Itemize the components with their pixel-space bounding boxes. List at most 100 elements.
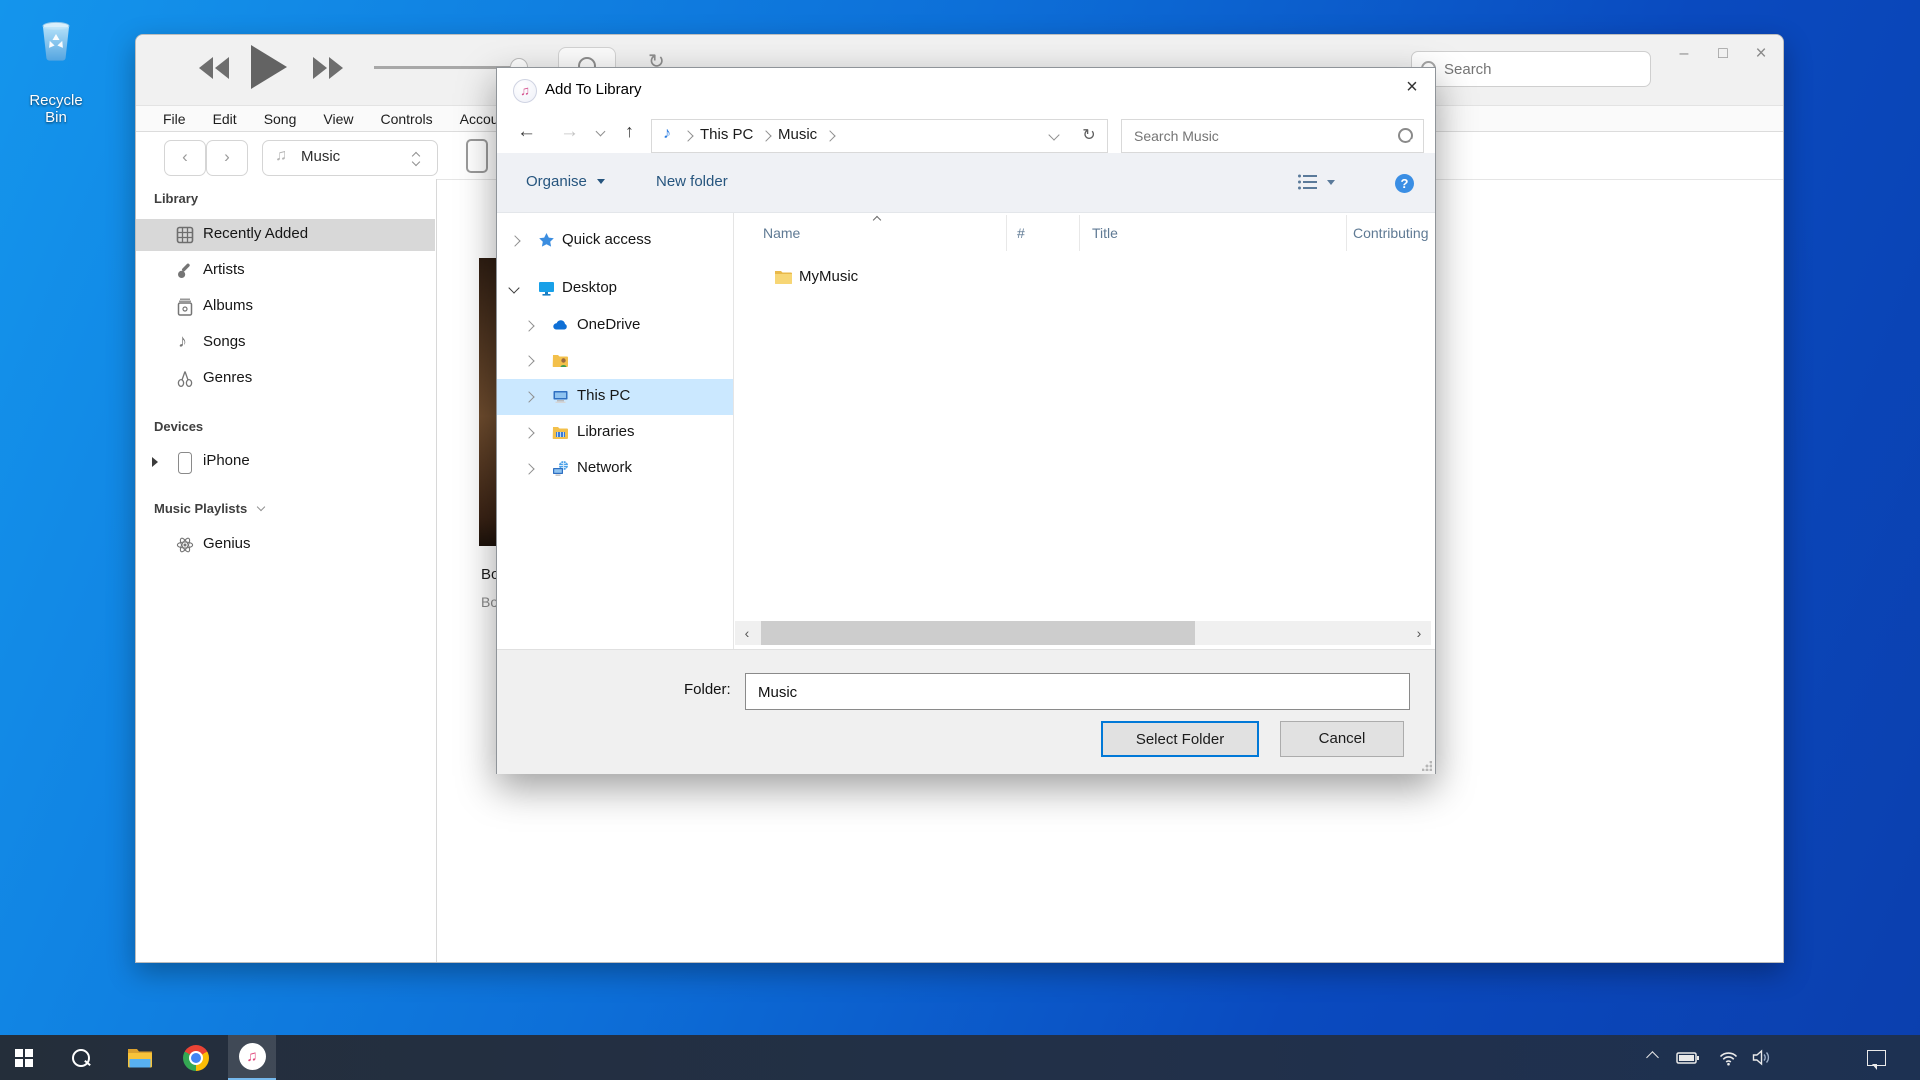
- sidebar-item-genres[interactable]: Genres: [136, 363, 435, 395]
- expander-triangle-icon[interactable]: [152, 457, 158, 467]
- organise-label: Organise: [526, 173, 587, 190]
- dialog-close-button[interactable]: ×: [1392, 76, 1432, 104]
- column-header-number[interactable]: #: [1017, 213, 1025, 253]
- expand-chevron-icon[interactable]: [523, 391, 534, 402]
- expand-chevron-icon[interactable]: [509, 235, 520, 246]
- progress-slider-track[interactable]: [374, 66, 510, 69]
- resize-grip[interactable]: [1422, 761, 1432, 771]
- nav-back-icon[interactable]: ←: [517, 121, 536, 143]
- start-button[interactable]: [0, 1035, 48, 1080]
- scrollbar-thumb[interactable]: [761, 621, 1195, 645]
- nav-up-icon[interactable]: ↑: [625, 121, 634, 142]
- help-button[interactable]: ?: [1395, 174, 1414, 193]
- back-button[interactable]: ‹: [164, 140, 206, 176]
- sidebar-item-artists[interactable]: Artists: [136, 255, 435, 287]
- rewind-button-icon[interactable]: [198, 57, 230, 79]
- nav-forward-icon[interactable]: →: [560, 121, 579, 143]
- close-button[interactable]: ×: [1746, 39, 1776, 69]
- breadcrumb-chevron-icon[interactable]: [682, 130, 693, 141]
- scroll-right-button[interactable]: ›: [1407, 621, 1431, 645]
- itunes-sidebar: Library Recently Added Artists: [136, 179, 437, 962]
- folder-name-field[interactable]: [745, 673, 1410, 710]
- address-bar[interactable]: ♪ This PC Music: [651, 119, 1073, 153]
- chevron-down-icon[interactable]: [257, 503, 265, 511]
- taskbar-file-explorer[interactable]: [116, 1035, 164, 1080]
- tree-item-user-folder[interactable]: [497, 343, 733, 379]
- sidebar-item-songs[interactable]: ♪ Songs: [136, 327, 435, 359]
- play-button-icon[interactable]: [249, 45, 289, 89]
- tray-show-hidden-icons[interactable]: [1632, 1035, 1672, 1080]
- tree-item-desktop[interactable]: Desktop: [497, 271, 733, 307]
- view-dropdown-triangle-icon[interactable]: [1327, 180, 1335, 185]
- column-separator[interactable]: [1006, 215, 1007, 251]
- organise-menu-button[interactable]: Organise: [526, 173, 605, 190]
- fast-forward-button-icon[interactable]: [312, 57, 344, 79]
- dialog-search-box[interactable]: [1121, 119, 1424, 153]
- column-header-title[interactable]: Title: [1092, 213, 1118, 253]
- file-row-mymusic[interactable]: MyMusic: [734, 260, 1435, 296]
- sidebar-item-iphone[interactable]: iPhone: [136, 446, 435, 478]
- breadcrumb-chevron-icon[interactable]: [824, 130, 835, 141]
- menu-controls[interactable]: Controls: [380, 111, 432, 127]
- menu-edit[interactable]: Edit: [213, 111, 237, 127]
- select-folder-button[interactable]: Select Folder: [1101, 721, 1259, 757]
- expand-chevron-icon[interactable]: [523, 463, 534, 474]
- menu-view[interactable]: View: [323, 111, 353, 127]
- device-iphone-button[interactable]: [466, 139, 488, 173]
- itunes-search-input[interactable]: [1442, 56, 1641, 82]
- expand-chevron-icon[interactable]: [523, 427, 534, 438]
- expand-chevron-icon[interactable]: [523, 320, 534, 331]
- playlists-section-header: Music Playlists: [154, 501, 264, 516]
- media-kind-selector[interactable]: ♫ Music: [262, 140, 438, 176]
- breadcrumb-this-pc[interactable]: This PC: [700, 126, 753, 143]
- minimize-button[interactable]: –: [1669, 39, 1699, 69]
- itunes-search-box[interactable]: [1411, 51, 1651, 87]
- expand-chevron-icon[interactable]: [523, 355, 534, 366]
- tree-item-quick-access[interactable]: Quick access: [497, 223, 733, 259]
- horizontal-scrollbar[interactable]: ‹ ›: [735, 621, 1431, 645]
- refresh-icon: ↻: [1082, 127, 1095, 144]
- taskbar: ♫: [0, 1035, 1920, 1080]
- sidebar-item-albums[interactable]: Albums: [136, 291, 435, 323]
- breadcrumb-chevron-icon[interactable]: [760, 130, 771, 141]
- column-separator[interactable]: [1346, 215, 1347, 251]
- album-artwork[interactable]: [479, 258, 497, 546]
- sidebar-item-genius[interactable]: Genius: [136, 529, 435, 561]
- search-icon: [72, 1049, 90, 1067]
- column-header-name[interactable]: Name: [763, 213, 800, 253]
- dialog-title-bar[interactable]: ♫ Add To Library ×: [497, 68, 1435, 112]
- tray-action-center[interactable]: [1852, 1035, 1900, 1080]
- breadcrumb-music[interactable]: Music: [778, 126, 817, 143]
- folder-name-input[interactable]: [756, 680, 1400, 704]
- tree-item-libraries[interactable]: Libraries: [497, 415, 733, 451]
- collapse-chevron-icon[interactable]: [508, 282, 519, 293]
- file-explorer-icon: [127, 1047, 153, 1069]
- tray-volume[interactable]: [1742, 1035, 1782, 1080]
- sidebar-item-recently-added[interactable]: Recently Added: [136, 219, 435, 251]
- column-separator[interactable]: [1079, 215, 1080, 251]
- cancel-button[interactable]: Cancel: [1280, 721, 1404, 757]
- maximize-button[interactable]: □: [1708, 39, 1738, 69]
- taskbar-search-button[interactable]: [57, 1035, 105, 1080]
- taskbar-itunes-active[interactable]: ♫: [228, 1035, 276, 1080]
- new-folder-button[interactable]: New folder: [656, 173, 728, 190]
- tree-item-this-pc[interactable]: This PC: [497, 379, 733, 415]
- battery-icon: [1676, 1049, 1700, 1067]
- refresh-button[interactable]: ↻: [1071, 119, 1108, 153]
- taskbar-chrome[interactable]: [172, 1035, 220, 1080]
- genres-icon: [176, 370, 194, 388]
- microphone-icon: [176, 262, 194, 280]
- dialog-search-input[interactable]: [1132, 124, 1391, 148]
- column-header-contributing[interactable]: Contributing: [1353, 213, 1429, 253]
- nav-history-chevron-icon[interactable]: [596, 127, 606, 137]
- view-details-icon[interactable]: [1297, 173, 1319, 191]
- address-dropdown-chevron-icon[interactable]: [1048, 129, 1059, 140]
- menu-file[interactable]: File: [163, 111, 186, 127]
- scroll-left-button[interactable]: ‹: [735, 621, 759, 645]
- tree-item-onedrive[interactable]: OneDrive: [497, 308, 733, 344]
- menu-song[interactable]: Song: [264, 111, 297, 127]
- tray-battery[interactable]: [1668, 1035, 1708, 1080]
- tree-item-network[interactable]: Network: [497, 451, 733, 487]
- forward-button[interactable]: ›: [206, 140, 248, 176]
- recycle-bin-shortcut[interactable]: Recycle Bin: [18, 10, 94, 110]
